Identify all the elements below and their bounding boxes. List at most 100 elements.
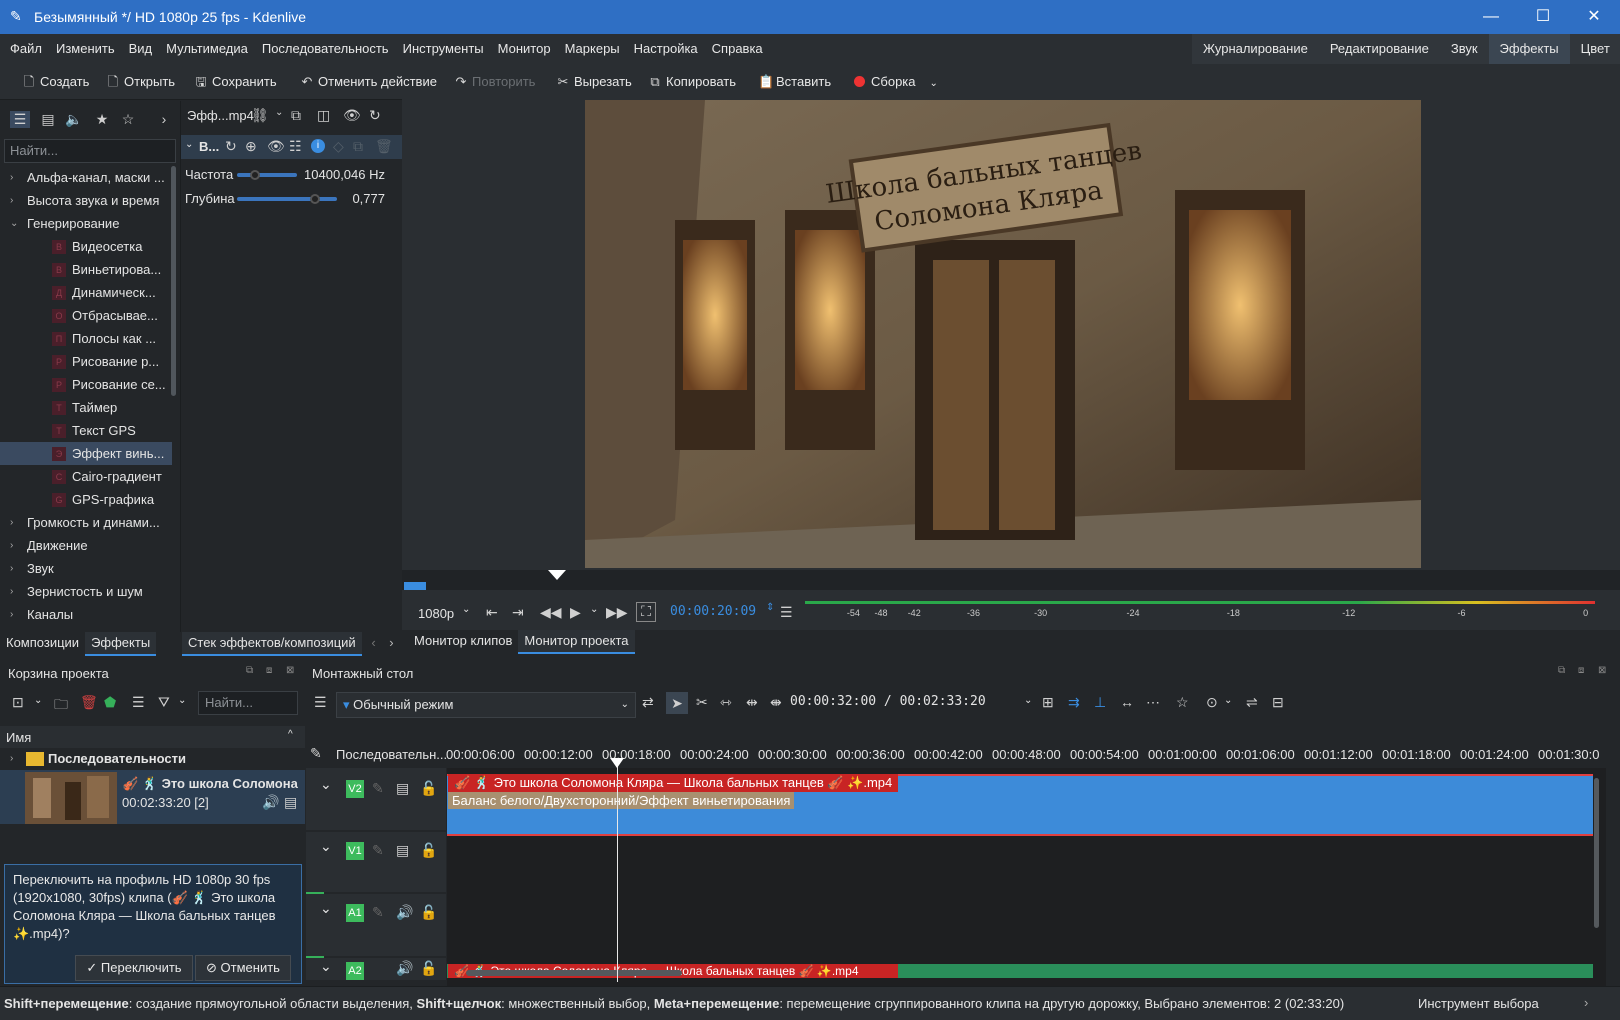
delete-icon[interactable]: 🗑 — [375, 138, 393, 155]
ripple-icon[interactable]: ⇹ — [746, 694, 758, 711]
menu-icon[interactable]: ☰ — [780, 604, 793, 621]
param-value[interactable]: 0,777 — [352, 187, 385, 211]
layout-logging[interactable]: Журналирование — [1192, 34, 1319, 64]
effect-item[interactable]: Р Рисование се... — [0, 373, 172, 396]
effect-category[interactable]: ⌄ Генерирование — [0, 212, 172, 235]
collapsed-icon[interactable]: › — [10, 557, 13, 580]
effect-item[interactable]: C Cairo-градиент — [0, 465, 172, 488]
lift-icon[interactable]: ⊥ — [1094, 694, 1106, 711]
collapsed-icon[interactable]: › — [10, 534, 13, 557]
cut-button[interactable]: ✂ Вырезать — [556, 64, 632, 100]
track-header-a1[interactable]: ⌄ A1 ✎ 🔊 🔓 — [306, 894, 446, 956]
menu-help[interactable]: Справка — [705, 34, 770, 64]
expand-icon[interactable]: › — [10, 753, 13, 764]
effect-header[interactable]: ⌄ В... ↻ ⊕ 👁 ☷ i ◇ ⧉ 🗑 — [181, 135, 403, 159]
audio-icon[interactable]: 🔊 — [262, 794, 279, 811]
menu-monitor[interactable]: Монитор — [491, 34, 558, 64]
chevron-down-icon[interactable]: ⌄ — [178, 695, 186, 706]
effect-item[interactable]: Э Эффект винь... — [0, 442, 172, 465]
collapsed-icon[interactable]: › — [10, 189, 13, 212]
close-button[interactable]: ✕ — [1568, 0, 1620, 34]
track-header-v1[interactable]: ⌄ V1 ✎ ▤ 🔓 — [306, 832, 446, 892]
collapse-icon[interactable]: ⌄ — [320, 900, 332, 917]
settings-icon[interactable]: ☷ — [289, 138, 302, 155]
effect-category[interactable]: › Звук — [0, 557, 172, 580]
collapsed-icon[interactable]: › — [10, 580, 13, 603]
menu-settings[interactable]: Настройка — [627, 34, 705, 64]
tab-clip-monitor[interactable]: Монитор клипов — [408, 630, 518, 652]
lock-icon[interactable]: 🔓 — [420, 780, 437, 797]
menu-view[interactable]: Вид — [122, 34, 160, 64]
favorites-icon[interactable]: ☆ — [118, 111, 138, 128]
bin-column-header[interactable]: Имя ^ — [0, 726, 305, 748]
effect-item[interactable]: В Видеосетка — [0, 235, 172, 258]
effect-category[interactable]: › Каналы — [0, 603, 172, 626]
frequency-slider[interactable] — [237, 173, 297, 177]
bin-search-input[interactable]: Найти... — [198, 691, 298, 715]
effect-icon[interactable]: ✎ — [372, 904, 384, 921]
chevron-down-icon[interactable]: ⌄ — [462, 604, 470, 615]
add-folder-icon[interactable]: 🗀 — [54, 694, 68, 718]
effect-item[interactable]: G GPS-графика — [0, 488, 172, 511]
cancel-button[interactable]: ⊘ Отменить — [195, 955, 291, 981]
layout-color[interactable]: Цвет — [1570, 34, 1620, 64]
eye-icon[interactable]: 👁 — [267, 138, 285, 155]
copy-button[interactable]: ⧉ Копировать — [648, 64, 736, 100]
speaker-icon[interactable]: 🔊 — [396, 904, 413, 921]
current-tool[interactable]: Инструмент выбора — [1418, 996, 1539, 1011]
collapse-icon[interactable]: ⌄ — [185, 139, 193, 150]
fullscreen-icon[interactable]: ⛶ — [636, 602, 656, 622]
chevron-down-icon[interactable]: ⌄ — [34, 695, 42, 706]
spin-icon[interactable]: ⇕ — [766, 602, 774, 613]
timeline-v-scrollbar[interactable] — [1594, 778, 1599, 928]
effect-category[interactable]: › Альфа-канал, маски ... — [0, 166, 172, 189]
sort-icon[interactable]: ^ — [288, 729, 293, 740]
track-tag-v1[interactable]: V1 — [346, 842, 364, 860]
video-icon[interactable]: ▤ — [284, 794, 297, 811]
chevron-down-icon[interactable]: ⌄ — [1024, 695, 1032, 706]
info-icon[interactable]: i — [311, 139, 325, 153]
monitor-playhead[interactable] — [548, 570, 566, 580]
lock-icon[interactable]: 🔓 — [420, 960, 437, 977]
bin-folder-row[interactable]: › Последовательности — [0, 748, 305, 770]
float-icon[interactable]: ⧉ — [1558, 665, 1565, 676]
collapsed-icon[interactable]: › — [10, 511, 13, 534]
effect-item[interactable]: Р Рисование р... — [0, 350, 172, 373]
track-header-a2[interactable]: ⌄ A2 🔊 🔓 — [306, 958, 446, 980]
chevron-down-icon[interactable]: ⌄ — [1224, 695, 1232, 706]
speaker-icon[interactable]: 🔊 — [396, 960, 413, 977]
video-frame[interactable]: Школа бальных танцев Соломона Кляра — [585, 100, 1421, 568]
collapse-icon[interactable]: ⌄ — [320, 958, 332, 975]
maximize-icon[interactable]: ⧈ — [266, 665, 272, 676]
effect-item[interactable]: Т Таймер — [0, 396, 172, 419]
spacer-icon[interactable]: ⇄ — [642, 694, 654, 711]
timeline-position[interactable]: 00:00:32:00 / 00:02:33:20 — [790, 694, 986, 709]
tab-project-monitor[interactable]: Монитор проекта — [518, 630, 635, 654]
eye-icon[interactable]: 👁 — [343, 107, 361, 124]
reset-icon[interactable]: ↻ — [369, 107, 381, 124]
collapse-icon[interactable]: ⌄ — [320, 776, 332, 793]
effect-category[interactable]: › Громкость и динами... — [0, 511, 172, 534]
view-icon[interactable]: ☰ — [132, 694, 145, 711]
switch-profile-button[interactable]: ✓ Переключить — [75, 955, 193, 981]
zone-icon[interactable]: ⊙ — [1206, 694, 1218, 711]
chevron-right-icon[interactable]: › — [389, 635, 393, 650]
effect-item[interactable]: Т Текст GPS — [0, 419, 172, 442]
depth-slider-knob[interactable] — [310, 194, 320, 204]
effect-category[interactable]: › Высота звука и время — [0, 189, 172, 212]
timeline-h-scrollbar[interactable] — [466, 970, 682, 976]
timeline-playhead[interactable] — [610, 758, 624, 768]
layout-audio[interactable]: Звук — [1440, 34, 1489, 64]
select-tool-icon[interactable]: ➤ — [666, 692, 688, 714]
effect-category[interactable]: › Зернистость и шум — [0, 580, 172, 603]
preview-icon[interactable]: ⋯ — [1146, 694, 1160, 711]
new-button[interactable]: 🗋 Создать — [22, 64, 90, 100]
chevron-right-icon[interactable]: › — [154, 111, 174, 127]
save-button[interactable]: 🖫 Сохранить — [194, 64, 276, 100]
audio-filter-icon[interactable]: 🔈 — [64, 111, 84, 128]
menu-icon[interactable]: ☰ — [314, 694, 327, 711]
track-header-v2[interactable]: ⌄ V2 ✎ ▤ 🔓 — [306, 768, 446, 830]
menu-sequence[interactable]: Последовательность — [255, 34, 396, 64]
menu-edit[interactable]: Изменить — [49, 34, 122, 64]
render-button[interactable]: Сборка ⌄ — [854, 64, 938, 100]
